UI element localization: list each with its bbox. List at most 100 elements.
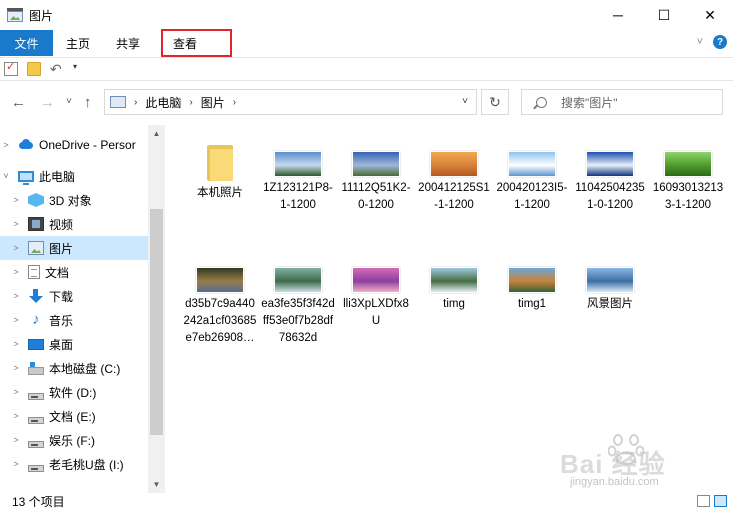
video-icon (28, 217, 44, 231)
close-button[interactable]: ✕ (687, 0, 733, 30)
tab-file[interactable]: 文件 (0, 30, 53, 56)
address-bar[interactable]: › 此电脑 › 图片 › ˅ (104, 89, 477, 115)
sidebar-item[interactable]: > 视频 (0, 212, 148, 236)
scroll-down-icon[interactable]: ▼ (148, 476, 165, 493)
scroll-up-icon[interactable]: ▲ (148, 125, 165, 142)
expand-chevron-icon[interactable]: > (10, 387, 22, 397)
sidebar-item[interactable]: > OneDrive - Persor (0, 133, 148, 157)
expand-chevron-icon[interactable]: > (0, 140, 12, 150)
forward-arrow-icon[interactable]: → (40, 94, 55, 111)
sidebar-item[interactable]: >3D 对象 (0, 188, 148, 212)
image-file-item[interactable]: 11112Q51K2-0-1200 (337, 137, 415, 214)
image-file-item[interactable]: timg (415, 253, 493, 313)
breadcrumb-this-pc[interactable]: 此电脑 (145, 94, 181, 111)
recent-locations-icon[interactable]: ˅ (66, 96, 72, 107)
new-folder-icon[interactable] (27, 62, 41, 76)
sidebar-item-label: 老毛桃U盘 (I:) (49, 457, 124, 472)
expand-chevron-icon[interactable]: > (10, 195, 22, 205)
drive-icon (28, 440, 44, 448)
tab-home[interactable]: 主页 (53, 30, 103, 56)
help-icon[interactable]: ? (713, 35, 727, 49)
image-file-item[interactable]: 200420123I5-1-1200 (493, 137, 571, 214)
image-file-item[interactable]: ea3fe35f3f42dff53e0f7b28df78632d (259, 253, 337, 347)
folder-item[interactable]: 本机照片 (181, 137, 259, 202)
expand-chevron-icon[interactable]: > (10, 363, 22, 373)
sidebar-item[interactable]: > 娱乐 (F:) (0, 428, 148, 452)
file-name: 11112Q51K2-0-1200 (341, 182, 411, 211)
system-drive-icon (28, 362, 44, 375)
breadcrumb-chevron-icon[interactable]: › (189, 97, 192, 108)
sidebar-item-label: 图片 (49, 241, 74, 256)
image-file-item[interactable]: d35b7c9a440242a1cf03685e7eb26908… (181, 253, 259, 347)
image-thumbnail (586, 151, 634, 177)
image-file-item[interactable]: 110425042351-0-1200 (571, 137, 649, 214)
expand-chevron-icon[interactable]: > (10, 435, 22, 445)
refresh-button[interactable]: ↻ (481, 89, 509, 115)
address-dropdown-icon[interactable]: ˅ (462, 96, 468, 107)
file-name: 200412125S1-1-1200 (418, 182, 490, 211)
image-file-item[interactable]: 160930132133-1-1200 (649, 137, 727, 214)
collapse-chevron-icon[interactable]: ˅ (0, 171, 12, 181)
sidebar-item[interactable]: > 图片 (0, 236, 148, 260)
sidebar-item[interactable]: ˅ 此电脑 (0, 164, 148, 188)
details-view-icon[interactable] (697, 495, 710, 507)
expand-chevron-icon[interactable]: > (10, 339, 22, 349)
search-icon (536, 96, 547, 108)
chevron-down-icon[interactable]: ˅ (697, 36, 703, 48)
undo-icon[interactable]: ↶ (50, 62, 64, 76)
view-switcher (697, 495, 727, 507)
downloads-icon (28, 289, 44, 303)
expand-chevron-icon[interactable]: > (10, 459, 22, 469)
file-name: 160930132133-1-1200 (652, 182, 724, 211)
expand-chevron-icon[interactable]: > (10, 315, 22, 325)
sidebar-item-label: 此电脑 (39, 169, 76, 184)
ribbon-tabs: 文件 主页 共享 查看 ˅ ? (0, 29, 733, 57)
window-controls: ─ ☐ ✕ (595, 0, 733, 30)
up-arrow-icon[interactable]: ↑ (84, 94, 92, 111)
image-thumbnail (430, 151, 478, 177)
sidebar-item[interactable]: > 文档 (E:) (0, 404, 148, 428)
maximize-button[interactable]: ☐ (641, 0, 687, 30)
tab-view[interactable]: 查看 (161, 29, 233, 57)
expand-chevron-icon[interactable]: > (10, 411, 22, 421)
large-icons-view-icon[interactable] (714, 495, 727, 507)
image-file-item[interactable]: timg1 (493, 253, 571, 313)
back-arrow-icon[interactable]: ← (11, 94, 26, 111)
image-thumbnail (586, 267, 634, 293)
sidebar-scrollbar[interactable]: ▲ ▼ (148, 125, 165, 493)
documents-icon (28, 265, 40, 279)
breadcrumb-pictures[interactable]: 图片 (201, 94, 225, 111)
breadcrumb-chevron-icon[interactable]: › (233, 97, 236, 108)
expand-chevron-icon[interactable]: > (10, 267, 22, 277)
scrollbar-thumb[interactable] (150, 209, 163, 435)
properties-icon[interactable] (4, 60, 18, 76)
sidebar-item[interactable]: > ♪ 音乐 (0, 308, 148, 332)
file-name: 200420123I5-1-1200 (496, 182, 568, 211)
expand-chevron-icon[interactable]: > (10, 291, 22, 301)
sidebar-item-label: 3D 对象 (49, 193, 92, 208)
sidebar-item[interactable]: > 下载 (0, 284, 148, 308)
expand-chevron-icon[interactable]: > (10, 219, 22, 229)
tab-share[interactable]: 共享 (103, 30, 153, 56)
file-name: 风景图片 (587, 298, 633, 310)
image-file-item[interactable]: 200412125S1-1-1200 (415, 137, 493, 214)
sidebar-item[interactable]: > 老毛桃U盘 (I:) (0, 452, 148, 476)
baidu-jingyan-watermark: Bai 经验 jingyan.baidu.com (560, 430, 730, 490)
sidebar-item[interactable]: > 文档 (0, 260, 148, 284)
expand-chevron-icon[interactable]: > (10, 243, 22, 253)
image-thumbnail (664, 151, 712, 177)
sidebar-item[interactable]: > 桌面 (0, 332, 148, 356)
navigation-bar: ← → ˅ ↑ › 此电脑 › 图片 › ˅ ↻ 搜索"图片" (0, 86, 733, 118)
customize-toolbar-icon[interactable]: ▾ (73, 62, 87, 76)
minimize-button[interactable]: ─ (595, 0, 641, 30)
image-file-item[interactable]: lli3XpLXDfx8U (337, 253, 415, 330)
image-file-item[interactable]: 1Z123121P8-1-1200 (259, 137, 337, 214)
sidebar-item[interactable]: > 软件 (D:) (0, 380, 148, 404)
breadcrumb-chevron-icon[interactable]: › (134, 97, 137, 108)
image-file-item[interactable]: 风景图片 (571, 253, 649, 313)
desktop-icon (28, 338, 44, 350)
search-box[interactable]: 搜索"图片" (521, 89, 723, 115)
file-name: 1Z123121P8-1-1200 (263, 182, 333, 211)
file-name: d35b7c9a440242a1cf03685e7eb26908… (183, 298, 257, 344)
sidebar-item[interactable]: > 本地磁盘 (C:) (0, 356, 148, 380)
